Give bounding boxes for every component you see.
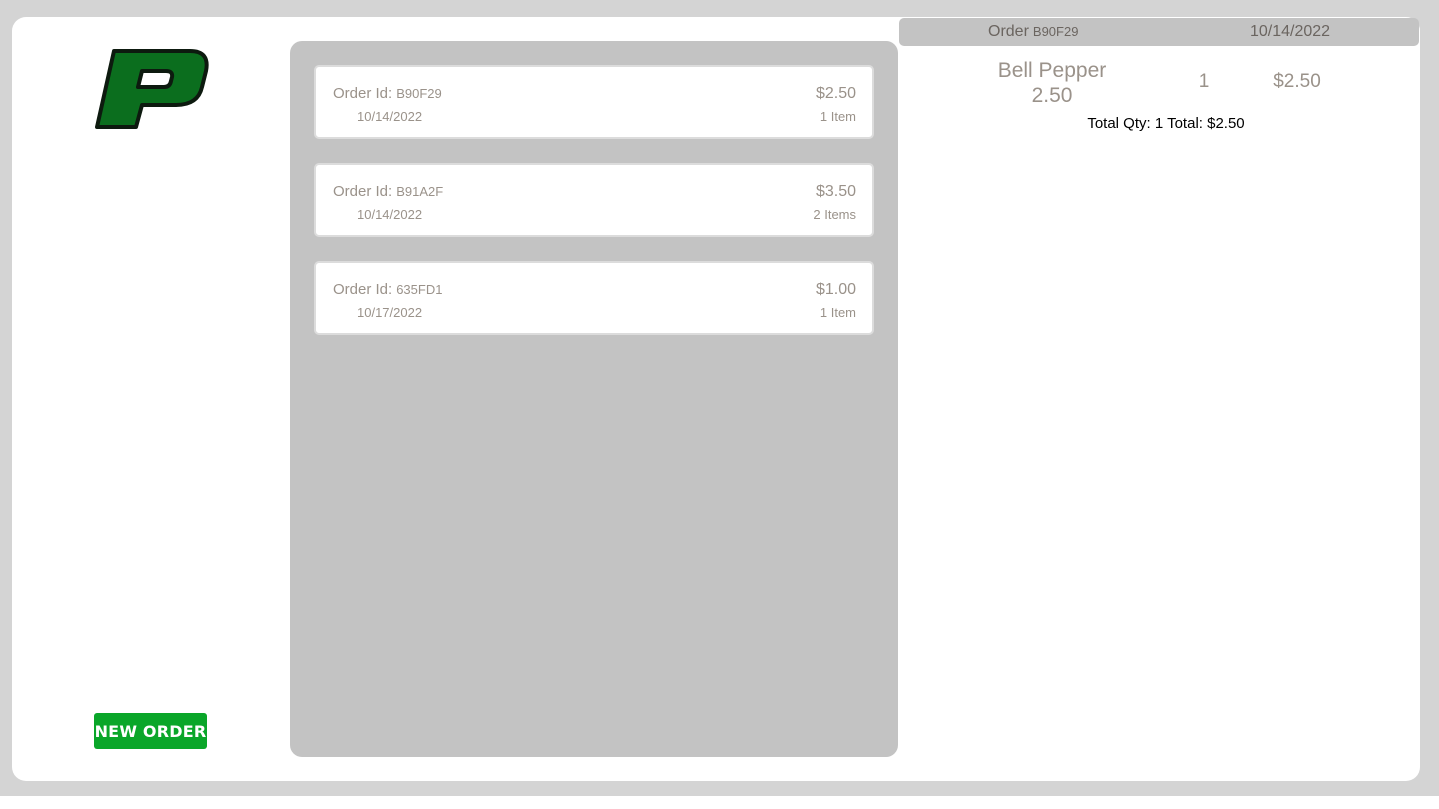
order-id-prefix: Order Id: (333, 281, 393, 298)
order-card[interactable]: Order Id: B91A2F 10/14/2022 $3.50 2 Items (314, 163, 874, 237)
order-id-value: B91A2F (396, 184, 444, 199)
order-detail-header: Order B90F29 10/14/2022 (899, 18, 1419, 46)
order-id-value: 635FD1 (396, 282, 443, 297)
orders-list-panel: Order Id: B90F29 10/14/2022 $2.50 1 Item … (290, 41, 898, 757)
order-item-count: 1 Item (819, 305, 856, 320)
order-price: $3.50 (815, 183, 856, 200)
logo-letter-shape (95, 49, 209, 129)
order-date: 10/17/2022 (357, 305, 423, 320)
brand-logo (95, 49, 209, 129)
detail-order-prefix: Order (988, 23, 1029, 40)
line-item-unit-price: 2.50 (1031, 84, 1073, 107)
order-item-count: 1 Item (819, 109, 856, 124)
detail-order-date: 10/14/2022 (1250, 23, 1331, 40)
order-date: 10/14/2022 (357, 207, 423, 222)
line-item-name: Bell Pepper (997, 59, 1107, 82)
order-price: $2.50 (815, 85, 856, 102)
order-item-count: 2 Items (813, 207, 856, 222)
line-item-name-block: Bell Pepper 2.50 (968, 58, 1136, 108)
order-date: 10/14/2022 (357, 109, 423, 124)
detail-order-id: B90F29 (1032, 24, 1079, 39)
order-id-label: Order Id: 635FD1 (333, 281, 442, 298)
order-price: $1.00 (815, 281, 856, 298)
window-bottom-strip (0, 796, 1439, 809)
line-item-total: $2.50 (1273, 71, 1321, 92)
order-id-value: B90F29 (396, 86, 442, 101)
order-id-label: Order Id: B90F29 (333, 85, 442, 102)
order-id-prefix: Order Id: (333, 85, 393, 102)
new-order-button[interactable]: NEW ORDER (94, 713, 207, 749)
order-card[interactable]: Order Id: 635FD1 10/17/2022 $1.00 1 Item (314, 261, 874, 335)
order-totals: Total Qty: 1 Total: $2.50 (1087, 115, 1245, 132)
detail-order-label: Order B90F29 (988, 23, 1078, 41)
line-item-qty: 1 (1198, 71, 1210, 92)
order-id-label: Order Id: B91A2F (333, 183, 443, 200)
order-card[interactable]: Order Id: B90F29 10/14/2022 $2.50 1 Item (314, 65, 874, 139)
order-id-prefix: Order Id: (333, 183, 393, 200)
